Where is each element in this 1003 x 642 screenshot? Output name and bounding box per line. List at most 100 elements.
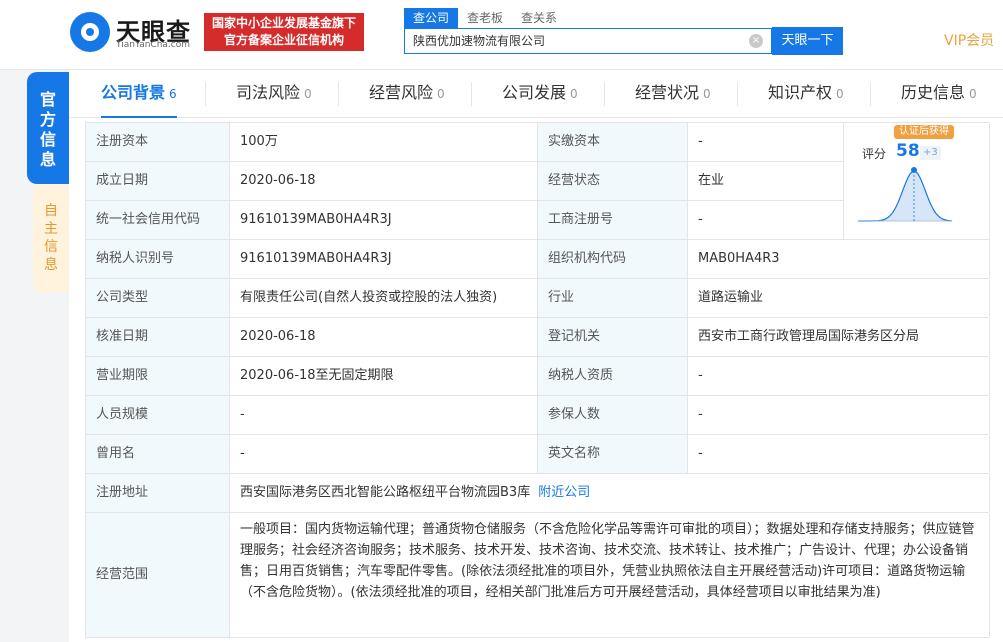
tab-operation-status[interactable]: 经营状况 0: [635, 70, 711, 118]
field-label: 参保人数: [538, 396, 688, 434]
tab-label: 经营风险: [369, 83, 434, 102]
field-label: 工商注册号: [538, 201, 688, 239]
score-value: 58: [896, 141, 920, 161]
field-value: -: [688, 396, 990, 434]
tab-label: 历史信息: [901, 83, 966, 102]
tab-divider: [471, 82, 472, 106]
field-value: 91610139MAB0HA4R3J: [230, 201, 538, 239]
table-row: 公司类型 有限责任公司(自然人投资或控股的法人独资) 行业 道路运输业: [86, 279, 990, 318]
field-value: 有限责任公司(自然人投资或控股的法人独资): [230, 279, 538, 317]
side-tab-official-info[interactable]: 官方信息: [27, 72, 69, 184]
tab-company-background[interactable]: 公司背景 6: [101, 70, 177, 118]
field-value: -: [688, 201, 844, 239]
logo-domain: TianYanCha.com: [116, 40, 191, 50]
tab-count: 0: [437, 87, 445, 101]
side-tab-self-info[interactable]: 自主信息: [33, 184, 69, 292]
field-value: 2020-06-18至无固定期限: [230, 357, 538, 395]
field-value: -: [688, 357, 990, 395]
table-row: 营业期限 2020-06-18至无固定期限 纳税人资质 -: [86, 357, 990, 396]
field-label: 实缴资本: [538, 123, 688, 161]
badge-line-2: 官方备案企业征信机构: [223, 33, 344, 47]
tab-count: 0: [836, 87, 844, 101]
side-tab-char: 方: [39, 110, 56, 129]
address-cell: 西安国际港务区西北智能公路枢纽平台物流园B3库 附近公司: [230, 474, 990, 512]
field-value: -: [688, 123, 844, 161]
score-pin-icon: [911, 167, 917, 173]
distribution-area: [858, 171, 952, 221]
field-label: 核准日期: [86, 318, 230, 356]
tab-divider: [338, 82, 339, 106]
search-input[interactable]: 陕西优加速物流有限公司 ×: [404, 28, 772, 54]
score-distribution-chart: [858, 167, 952, 222]
table-row: 人员规模 - 参保人数 -: [86, 396, 990, 435]
tab-count: 0: [304, 87, 312, 101]
tab-divider: [604, 82, 605, 106]
tab-divider: [870, 82, 871, 106]
field-label: 纳税人资质: [538, 357, 688, 395]
score-label: 评分: [862, 147, 887, 161]
table-row-scope: 经营范围 一般项目：国内货物运输代理；普通货物仓储服务（不含危险化学品等需许可审批…: [86, 513, 990, 638]
section-tabs: 公司背景 6 司法风险 0 经营风险 0 公司发展 0 经营状况 0 知识产权 0 历史信息…: [69, 70, 1003, 118]
nearby-companies-link[interactable]: 附近公司: [538, 485, 590, 500]
search-tab-relation[interactable]: 查关系: [512, 8, 566, 28]
score-increment: +3: [920, 146, 941, 160]
field-label: 公司类型: [86, 279, 230, 317]
field-label: 经营范围: [86, 513, 230, 637]
field-label: 人员规模: [86, 396, 230, 434]
search-button[interactable]: 天眼一下: [772, 27, 843, 55]
search-input-value[interactable]: 陕西优加速物流有限公司: [413, 29, 545, 53]
tab-count: 0: [703, 87, 711, 101]
field-label: 成立日期: [86, 162, 230, 200]
tab-count: 0: [969, 87, 977, 101]
field-label: 经营状态: [538, 162, 688, 200]
side-tab-char: 自: [44, 203, 58, 219]
field-label: 组织机构代码: [538, 240, 688, 278]
side-tab-char: 官: [39, 90, 56, 109]
field-value: 道路运输业: [688, 279, 990, 317]
official-badge: 国家中小企业发展基金旗下 官方备案企业征信机构: [204, 13, 364, 51]
field-label: 英文名称: [538, 435, 688, 473]
tab-judicial-risk[interactable]: 司法风险 0: [236, 70, 312, 118]
tab-label: 公司背景: [101, 83, 166, 102]
main-panel: 公司背景 6 司法风险 0 经营风险 0 公司发展 0 经营状况 0 知识产权 0 历史信息…: [69, 70, 1003, 642]
tab-label: 知识产权: [768, 83, 833, 102]
field-value: 在业: [688, 162, 844, 200]
field-value: 91610139MAB0HA4R3J: [230, 240, 538, 278]
score-box[interactable]: 认证后获得 评分 58 +3: [844, 123, 990, 240]
tab-label: 公司发展: [502, 83, 567, 102]
score-auth-tag: 认证后获得: [894, 125, 954, 139]
side-tab-char: 信: [44, 239, 58, 255]
field-label: 曾用名: [86, 435, 230, 473]
tab-label: 经营状况: [635, 83, 700, 102]
search-tab-boss[interactable]: 查老板: [458, 8, 512, 28]
field-label: 注册地址: [86, 474, 230, 512]
field-value: 2020-06-18: [230, 162, 538, 200]
field-label: 登记机关: [538, 318, 688, 356]
business-scope-value: 一般项目：国内货物运输代理；普通货物仓储服务（不含危险化学品等需许可审批的项目）…: [230, 513, 990, 637]
table-row: 曾用名 - 英文名称 -: [86, 435, 990, 474]
badge-line-1: 国家中小企业发展基金旗下: [211, 16, 356, 30]
table-row-address: 注册地址 西安国际港务区西北智能公路枢纽平台物流园B3库 附近公司: [86, 474, 990, 513]
tab-divider: [737, 82, 738, 106]
tab-intellectual-property[interactable]: 知识产权 0: [768, 70, 844, 118]
tab-label: 司法风险: [236, 83, 301, 102]
logo[interactable]: 天眼查 TianYanCha.com: [70, 12, 196, 52]
side-tab-char: 信: [39, 130, 56, 149]
tab-operation-risk[interactable]: 经营风险 0: [369, 70, 445, 118]
address-value: 西安国际港务区西北智能公路枢纽平台物流园B3库: [240, 485, 531, 500]
clear-icon[interactable]: ×: [749, 34, 763, 48]
tab-company-development[interactable]: 公司发展 0: [502, 70, 578, 118]
field-value: 2020-06-18: [230, 318, 538, 356]
field-value: 100万: [230, 123, 538, 161]
search-type-tabs: 查公司 查老板 查关系: [404, 8, 566, 28]
top-header: 天眼查 TianYanCha.com 国家中小企业发展基金旗下 官方备案企业征信…: [0, 0, 1003, 70]
field-label: 统一社会信用代码: [86, 201, 230, 239]
tab-divider: [205, 82, 206, 106]
vip-link[interactable]: VIP会员: [944, 30, 994, 50]
search-tab-company[interactable]: 查公司: [404, 8, 459, 28]
side-tab-char: 息: [39, 150, 56, 169]
tab-history-info[interactable]: 历史信息 0: [901, 70, 977, 118]
field-label: 营业期限: [86, 357, 230, 395]
business-info-table: 注册资本 100万 实缴资本 - 成立日期 2020-06-18 经营状态 在业 统一社会信用代…: [85, 122, 990, 638]
table-row: 核准日期 2020-06-18 登记机关 西安市工商行政管理局国际港务区分局: [86, 318, 990, 357]
